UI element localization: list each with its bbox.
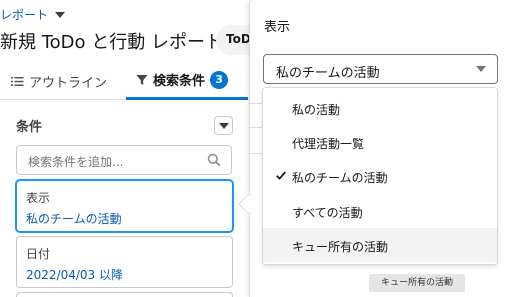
checkmark-icon: [276, 171, 286, 180]
dropdown-option-delegated-activities[interactable]: 代理活動一覧: [263, 125, 497, 159]
tab-filters-label: 検索条件: [153, 74, 206, 89]
tab-outline[interactable]: アウトライン: [11, 62, 107, 100]
option-label: 私の活動: [292, 103, 341, 117]
option-label: 代理活動一覧: [292, 137, 365, 151]
filter-icon: [136, 74, 148, 85]
chevron-down-icon[interactable]: [55, 11, 66, 18]
filter-card-label: 日付: [26, 247, 51, 261]
filter-card-label: 表示: [26, 191, 51, 205]
filters-section-label: 条件: [16, 120, 43, 135]
dropdown-option-my-activities[interactable]: 私の活動: [263, 91, 497, 125]
report-title-row: 新規 ToDo と行動 レポート: [0, 28, 245, 54]
add-filter-search-input[interactable]: 検索条件を追加...: [16, 145, 232, 175]
dropdown-option-all-activities[interactable]: すべての活動: [263, 194, 497, 228]
filter-card-date[interactable]: 日付 2022/04/03 以降: [16, 236, 233, 288]
search-icon: [207, 153, 221, 167]
dropdown-option-my-team-activities[interactable]: 私のチームの活動: [263, 159, 497, 193]
filter-card-value: 私のチームの活動: [26, 212, 122, 226]
show-dropdown-listbox: 私の活動 代理活動一覧 私のチームの活動 すべての活動 キュー所有の活動: [262, 87, 498, 265]
option-label: キュー所有の活動: [292, 240, 389, 254]
breadcrumb-label[interactable]: レポート: [0, 6, 48, 23]
page-title: 新規 ToDo と行動 レポート: [0, 32, 223, 53]
search-placeholder: 検索条件を追加...: [28, 155, 124, 169]
tab-filters[interactable]: 検索条件 3: [126, 62, 248, 100]
breadcrumb[interactable]: レポート: [0, 6, 66, 23]
dropdown-option-queue-owned-activities[interactable]: キュー所有の活動: [263, 228, 497, 262]
option-label: すべての活動: [292, 206, 363, 220]
filter-card-partial[interactable]: [16, 292, 233, 297]
list-icon: [11, 76, 24, 86]
panel-title: 表示: [264, 20, 291, 35]
filter-card-value: 2022/04/03 以降: [26, 268, 123, 282]
show-combobox[interactable]: 私のチームの活動: [263, 54, 498, 84]
builder-tabs: アウトライン 検索条件 3: [0, 62, 250, 100]
option-label: 私のチームの活動: [292, 171, 388, 185]
filter-count-badge: 3: [210, 70, 229, 89]
filter-card-show[interactable]: 表示 私のチームの活動: [16, 180, 233, 232]
tab-outline-label: アウトライン: [29, 75, 108, 91]
partially-hidden-text: ... ..... ... .. .. ...: [306, 289, 394, 297]
filters-menu-button[interactable]: [214, 116, 233, 135]
